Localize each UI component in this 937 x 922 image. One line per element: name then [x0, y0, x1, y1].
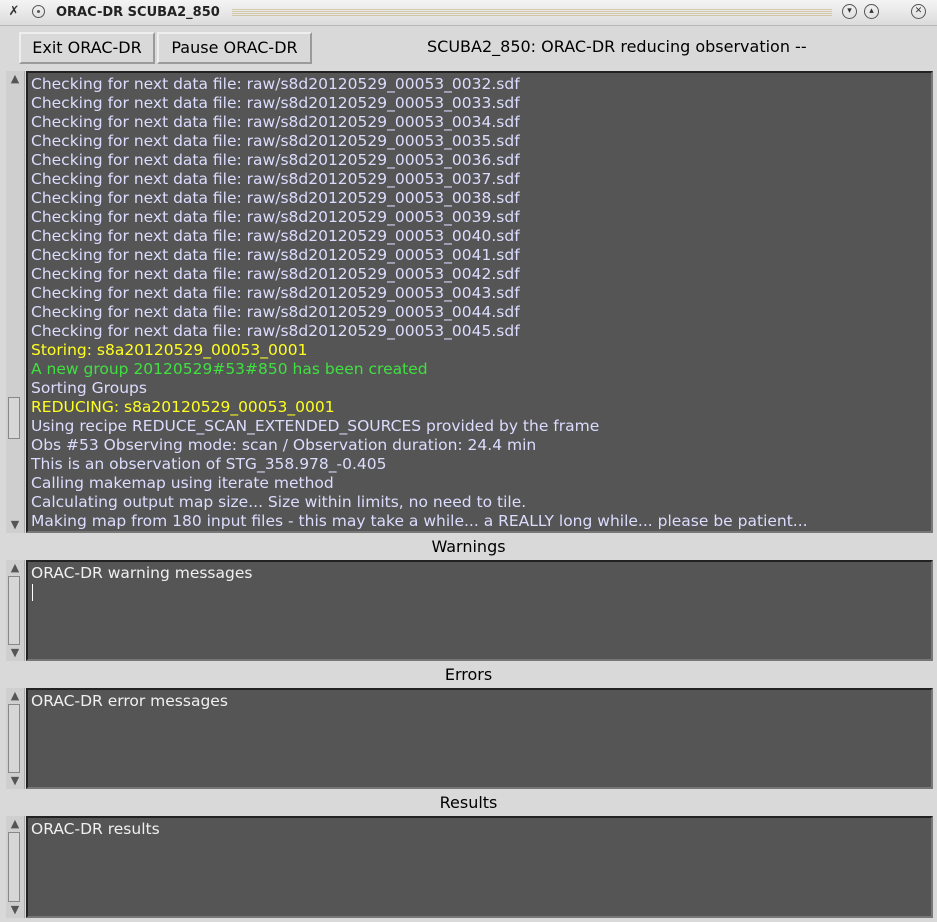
log-line: Checking for next data file: raw/s8d2012…: [31, 94, 520, 112]
pause-button[interactable]: Pause ORAC-DR: [157, 32, 312, 64]
scroll-up-icon[interactable]: ▲: [8, 817, 22, 831]
log-line: Obs #53 Observing mode: scan / Observati…: [31, 436, 537, 454]
log-line: Calling makemap using iterate method: [31, 474, 334, 492]
warnings-label: Warnings: [431, 537, 506, 556]
scroll-up-icon[interactable]: ▲: [8, 72, 22, 86]
log-line: Checking for next data file: raw/s8d2012…: [31, 208, 520, 226]
log-line: Using recipe REDUCE_SCAN_EXTENDED_SOURCE…: [31, 417, 600, 435]
warnings-text: ORAC-DR warning messages: [31, 564, 253, 582]
maximize-icon[interactable]: ▴: [864, 4, 879, 19]
status-text: SCUBA2_850: ORAC-DR reducing observation…: [427, 37, 807, 56]
log-line: Checking for next data file: raw/s8d2012…: [31, 75, 520, 93]
window-titlebar: ✗ ORAC-DR SCUBA2_850 ▾ ▴ ✕: [0, 0, 937, 26]
log-pane: ▲ ▼ Checking for next data file: raw/s8d…: [4, 71, 933, 533]
log-line: Sorting Groups: [31, 379, 147, 397]
log-line: Checking for next data file: raw/s8d2012…: [31, 227, 520, 245]
errors-text-area[interactable]: ORAC-DR error messages: [26, 688, 933, 789]
scroll-down-icon[interactable]: ▼: [8, 646, 22, 660]
warnings-pane: ▲ ▼ ORAC-DR warning messages: [4, 560, 933, 661]
scroll-thumb[interactable]: [8, 576, 20, 645]
warnings-text-area[interactable]: ORAC-DR warning messages: [26, 560, 933, 661]
scroll-up-icon[interactable]: ▲: [8, 561, 22, 575]
scroll-thumb[interactable]: [8, 832, 20, 902]
scroll-down-icon[interactable]: ▼: [8, 774, 22, 788]
log-line: Checking for next data file: raw/s8d2012…: [31, 303, 520, 321]
scroll-down-icon[interactable]: ▼: [8, 903, 22, 917]
scroll-thumb[interactable]: [8, 704, 20, 773]
log-line: Calculating output map size... Size with…: [31, 493, 527, 511]
warnings-scrollbar[interactable]: ▲ ▼: [6, 560, 25, 661]
exit-button[interactable]: Exit ORAC-DR: [19, 32, 155, 64]
results-text-area[interactable]: ORAC-DR results: [26, 816, 933, 918]
log-line: Checking for next data file: raw/s8d2012…: [31, 132, 520, 150]
results-pane: ▲ ▼ ORAC-DR results: [4, 816, 933, 918]
sticky-icon[interactable]: [32, 5, 45, 18]
log-line: Checking for next data file: raw/s8d2012…: [31, 284, 520, 302]
errors-pane: ▲ ▼ ORAC-DR error messages: [4, 688, 933, 789]
scroll-thumb[interactable]: [8, 397, 20, 439]
log-line: Checking for next data file: raw/s8d2012…: [31, 151, 520, 169]
log-text-area[interactable]: Checking for next data file: raw/s8d2012…: [26, 71, 933, 533]
results-text: ORAC-DR results: [31, 820, 160, 838]
minimize-icon[interactable]: ▾: [842, 4, 857, 19]
close-icon[interactable]: ✕: [911, 4, 926, 19]
log-line: Checking for next data file: raw/s8d2012…: [31, 246, 520, 264]
log-line: Making map from 180 input files - this m…: [31, 512, 808, 530]
errors-text: ORAC-DR error messages: [31, 692, 228, 710]
log-line: Checking for next data file: raw/s8d2012…: [31, 170, 520, 188]
text-cursor: [32, 584, 33, 601]
log-line: This is an observation of STG_358.978_-0…: [31, 455, 387, 473]
errors-scrollbar[interactable]: ▲ ▼: [6, 688, 25, 789]
window-title: ORAC-DR SCUBA2_850: [56, 5, 220, 20]
log-line: REDUCING: s8a20120529_00053_0001: [31, 398, 335, 416]
window-menu-icon[interactable]: ✗: [6, 4, 22, 20]
results-scrollbar[interactable]: ▲ ▼: [6, 816, 25, 918]
log-line: Checking for next data file: raw/s8d2012…: [31, 113, 520, 131]
scroll-down-icon[interactable]: ▼: [8, 518, 22, 532]
results-label: Results: [439, 793, 498, 812]
log-line: A new group 20120529#53#850 has been cre…: [31, 360, 428, 378]
log-line: Storing: s8a20120529_00053_0001: [31, 341, 308, 359]
scroll-up-icon[interactable]: ▲: [8, 689, 22, 703]
titlebar-decoration: [232, 9, 832, 16]
log-line: Checking for next data file: raw/s8d2012…: [31, 189, 520, 207]
log-line: Checking for next data file: raw/s8d2012…: [31, 265, 520, 283]
log-line: Checking for next data file: raw/s8d2012…: [31, 322, 520, 340]
errors-label: Errors: [444, 665, 493, 684]
log-scrollbar[interactable]: ▲ ▼: [6, 71, 25, 533]
